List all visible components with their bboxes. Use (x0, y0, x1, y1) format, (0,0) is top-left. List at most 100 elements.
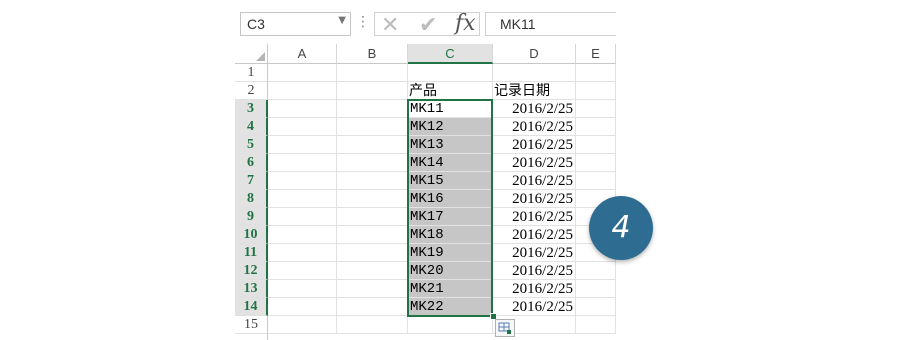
cell-d5[interactable]: 2016/2/25 (493, 136, 576, 154)
cell-b6[interactable] (337, 154, 408, 172)
column-header-b[interactable]: B (337, 44, 408, 64)
row-header-7[interactable]: 7 (235, 172, 268, 190)
cell-e14[interactable] (576, 298, 616, 316)
cell-c2[interactable]: 产品 (408, 82, 493, 100)
cell-c5[interactable]: MK13 (408, 136, 493, 154)
cell-b9[interactable] (337, 208, 408, 226)
cell-a7[interactable] (268, 172, 337, 190)
cell-d1[interactable] (493, 64, 576, 82)
chevron-down-icon[interactable]: ▼ (338, 15, 346, 26)
formula-input[interactable]: MK11 (485, 12, 616, 36)
cell-c11[interactable]: MK19 (408, 244, 493, 262)
row-header-15[interactable]: 15 (235, 316, 268, 334)
cell-e5[interactable] (576, 136, 616, 154)
row-header-11[interactable]: 11 (235, 244, 268, 262)
row-header-14[interactable]: 14 (235, 298, 268, 316)
cell-d6[interactable]: 2016/2/25 (493, 154, 576, 172)
row-header-2[interactable]: 2 (235, 82, 268, 100)
cell-e6[interactable] (576, 154, 616, 172)
cell-b15[interactable] (337, 316, 408, 334)
cell-b13[interactable] (337, 280, 408, 298)
cell-a14[interactable] (268, 298, 337, 316)
row-header-6[interactable]: 6 (235, 154, 268, 172)
cell-d4[interactable]: 2016/2/25 (493, 118, 576, 136)
more-options-icon[interactable]: ⋮ (356, 14, 370, 30)
cell-d14[interactable]: 2016/2/25 (493, 298, 576, 316)
cell-c15[interactable] (408, 316, 493, 334)
cell-c9[interactable]: MK17 (408, 208, 493, 226)
enter-check-icon[interactable]: ✔ (419, 13, 437, 38)
cell-a2[interactable] (268, 82, 337, 100)
insert-function-icon[interactable]: fx (455, 11, 476, 36)
cell-c1[interactable] (408, 64, 493, 82)
row-header-4[interactable]: 4 (235, 118, 268, 136)
row-header-13[interactable]: 13 (235, 280, 268, 298)
cell-b7[interactable] (337, 172, 408, 190)
column-header-d[interactable]: D (493, 44, 576, 64)
cell-d8[interactable]: 2016/2/25 (493, 190, 576, 208)
cell-c6[interactable]: MK14 (408, 154, 493, 172)
row-header-5[interactable]: 5 (235, 136, 268, 154)
column-header-e[interactable]: E (576, 44, 616, 64)
cell-a13[interactable] (268, 280, 337, 298)
cell-b11[interactable] (337, 244, 408, 262)
column-header-c[interactable]: C (408, 44, 493, 64)
cell-e4[interactable] (576, 118, 616, 136)
select-all-corner[interactable] (235, 44, 268, 64)
cell-c12[interactable]: MK20 (408, 262, 493, 280)
cell-a1[interactable] (268, 64, 337, 82)
cell-a4[interactable] (268, 118, 337, 136)
cell-c3[interactable]: MK11 (408, 100, 493, 118)
cell-e2[interactable] (576, 82, 616, 100)
name-box-value: C3 (247, 16, 265, 32)
cell-a3[interactable] (268, 100, 337, 118)
cell-b12[interactable] (337, 262, 408, 280)
cell-b2[interactable] (337, 82, 408, 100)
cell-d3[interactable]: 2016/2/25 (493, 100, 576, 118)
cell-a9[interactable] (268, 208, 337, 226)
column-header-a[interactable]: A (268, 44, 337, 64)
cell-a5[interactable] (268, 136, 337, 154)
row-header-8[interactable]: 8 (235, 190, 268, 208)
row-header-10[interactable]: 10 (235, 226, 268, 244)
cell-c14[interactable]: MK22 (408, 298, 493, 316)
cell-d2[interactable]: 记录日期 (493, 82, 576, 100)
cell-e15[interactable] (576, 316, 616, 334)
row-header-1[interactable]: 1 (235, 64, 268, 82)
cell-a12[interactable] (268, 262, 337, 280)
cancel-icon[interactable]: ✕ (381, 13, 399, 38)
cell-d12[interactable]: 2016/2/25 (493, 262, 576, 280)
cell-d11[interactable]: 2016/2/25 (493, 244, 576, 262)
cell-e3[interactable] (576, 100, 616, 118)
cell-c10[interactable]: MK18 (408, 226, 493, 244)
name-box[interactable]: C3 ▼ (240, 12, 351, 36)
row-header-9[interactable]: 9 (235, 208, 268, 226)
cell-e13[interactable] (576, 280, 616, 298)
cell-c7[interactable]: MK15 (408, 172, 493, 190)
cell-b1[interactable] (337, 64, 408, 82)
cell-c4[interactable]: MK12 (408, 118, 493, 136)
row-header-12[interactable]: 12 (235, 262, 268, 280)
cell-e1[interactable] (576, 64, 616, 82)
cell-b3[interactable] (337, 100, 408, 118)
cell-c8[interactable]: MK16 (408, 190, 493, 208)
row-header-3[interactable]: 3 (235, 100, 268, 118)
cell-b14[interactable] (337, 298, 408, 316)
cell-d10[interactable]: 2016/2/25 (493, 226, 576, 244)
cell-a6[interactable] (268, 154, 337, 172)
cell-b5[interactable] (337, 136, 408, 154)
cell-b8[interactable] (337, 190, 408, 208)
cell-d9[interactable]: 2016/2/25 (493, 208, 576, 226)
cell-e12[interactable] (576, 262, 616, 280)
cell-c13[interactable]: MK21 (408, 280, 493, 298)
cell-d7[interactable]: 2016/2/25 (493, 172, 576, 190)
cell-a8[interactable] (268, 190, 337, 208)
quick-analysis-icon[interactable] (495, 319, 515, 337)
cell-b10[interactable] (337, 226, 408, 244)
cell-d13[interactable]: 2016/2/25 (493, 280, 576, 298)
cell-b4[interactable] (337, 118, 408, 136)
cell-a15[interactable] (268, 316, 337, 334)
cell-e7[interactable] (576, 172, 616, 190)
cell-a10[interactable] (268, 226, 337, 244)
cell-a11[interactable] (268, 244, 337, 262)
